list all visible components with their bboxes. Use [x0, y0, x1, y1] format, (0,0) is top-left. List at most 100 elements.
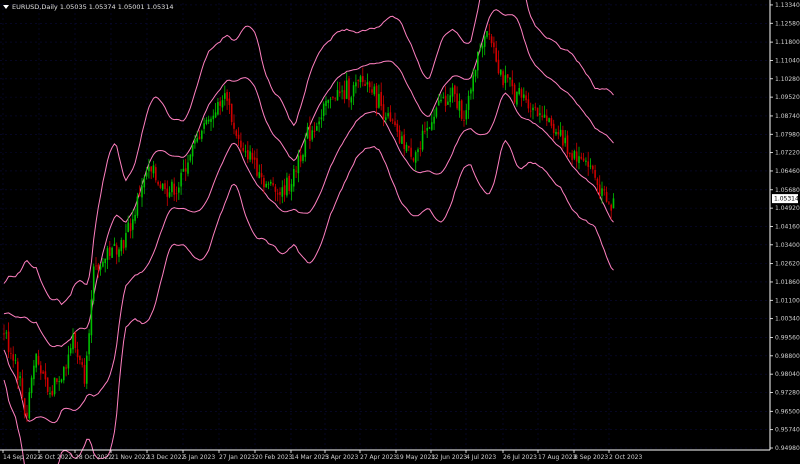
price-tick-label: 1.07980 — [775, 131, 800, 138]
candle-body — [40, 365, 42, 374]
candle-body — [299, 155, 302, 162]
candle-body — [198, 136, 201, 140]
candle-body — [7, 331, 10, 353]
candle-body — [134, 214, 136, 221]
candle-body — [86, 355, 88, 384]
price-tick-label: 1.00340 — [775, 316, 800, 323]
candle-body — [166, 188, 169, 197]
candle-body — [118, 249, 120, 257]
candle-body — [506, 74, 509, 78]
candle-body — [364, 83, 366, 86]
price-tick-label: 1.12580 — [775, 20, 800, 27]
candle-body — [449, 95, 451, 103]
candle-body — [437, 100, 440, 106]
time-axis[interactable]: 14 Sep 20226 Oct 2022 28 Oct 202221 Nov 2… — [2, 450, 642, 461]
candle-body — [182, 168, 185, 172]
candle-body — [440, 99, 442, 102]
price-tick-label: 1.01860 — [775, 279, 800, 286]
candle-body — [272, 183, 274, 186]
candle-body — [90, 299, 93, 336]
candle-body — [102, 261, 104, 267]
candle-body — [143, 178, 146, 188]
candle-body — [286, 177, 288, 196]
candle-body — [463, 119, 465, 121]
candle-body — [274, 186, 277, 192]
candle-body — [594, 170, 596, 178]
candle-body — [410, 147, 412, 157]
candle-body — [37, 355, 40, 365]
candle-body — [152, 165, 155, 174]
chart-window[interactable]: 1.13340 1.12580 1.11800 1.11040 1.10280 1.095… — [0, 0, 800, 464]
candle-body — [256, 158, 258, 176]
price-tick-label: 0.96500 — [775, 408, 800, 415]
candle-body — [56, 378, 58, 382]
candle-body — [318, 121, 320, 125]
candle-body — [332, 96, 334, 98]
candle-body — [148, 166, 150, 172]
candle-body — [345, 80, 348, 99]
candle-body — [421, 130, 424, 150]
candle-body — [451, 87, 454, 97]
candle-body — [28, 392, 31, 419]
triangle-down-icon[interactable] — [3, 5, 9, 9]
date-tick-label: 6 Oct 2022 — [39, 454, 72, 461]
candle-body — [212, 115, 215, 120]
bollinger-bands — [3, 0, 614, 464]
price-chart[interactable]: 1.13340 1.12580 1.11800 1.11040 1.10280 1.095… — [0, 0, 800, 464]
candle-body — [518, 88, 520, 95]
candle-body — [435, 107, 438, 117]
candle-body — [359, 76, 362, 83]
candle-body — [460, 100, 463, 119]
candle-body — [550, 118, 553, 126]
candle-body — [157, 181, 159, 185]
candle-body — [543, 114, 546, 118]
candle-body — [456, 93, 458, 109]
candle-body — [341, 90, 343, 92]
candle-body — [295, 170, 297, 172]
candle-body — [555, 131, 557, 135]
symbol-info: EURUSD,Daily 1.05035 1.05374 1.05001 1.0… — [12, 3, 174, 11]
candle-body — [520, 89, 523, 98]
candle-body — [253, 157, 256, 160]
candle-body — [173, 183, 175, 195]
candle-body — [610, 204, 612, 211]
candle-body — [575, 151, 578, 162]
candle-body — [589, 165, 592, 167]
candle-body — [362, 76, 364, 82]
candle-body — [111, 247, 113, 258]
candle-body — [546, 115, 548, 122]
candle-body — [316, 126, 318, 131]
candle-body — [203, 123, 205, 129]
candle-body — [391, 119, 394, 121]
price-tick-label: 1.04160 — [775, 223, 800, 230]
candle-body — [548, 118, 550, 123]
price-axis[interactable]: 1.13340 1.12580 1.11800 1.11040 1.10280 1.095… — [770, 2, 800, 452]
candle-body — [536, 107, 539, 117]
candle-body — [502, 71, 504, 86]
candle-body — [35, 353, 37, 368]
candle-body — [426, 127, 428, 131]
candle-body — [58, 381, 60, 382]
price-tick-label: 1.07220 — [775, 150, 800, 157]
candle-body — [49, 393, 51, 395]
candle-body — [472, 75, 474, 92]
candle-body — [26, 412, 28, 417]
candle-body — [120, 240, 123, 252]
candle-body — [394, 121, 396, 126]
price-tick-label: 1.13340 — [775, 2, 800, 9]
candle-body — [525, 95, 527, 101]
candle-body — [419, 148, 422, 149]
candle-body — [573, 151, 576, 159]
candle-body — [99, 266, 102, 270]
candle-body — [237, 134, 240, 139]
candle-body — [60, 379, 63, 382]
price-tick-label: 0.95740 — [775, 427, 800, 434]
candle-body — [311, 130, 313, 140]
candle-body — [348, 78, 350, 101]
candle-body — [65, 367, 67, 369]
candle-body — [477, 51, 479, 71]
candle-body — [336, 90, 339, 101]
candle-body — [244, 151, 247, 153]
candle-body — [539, 113, 541, 115]
candle-body — [240, 140, 242, 148]
